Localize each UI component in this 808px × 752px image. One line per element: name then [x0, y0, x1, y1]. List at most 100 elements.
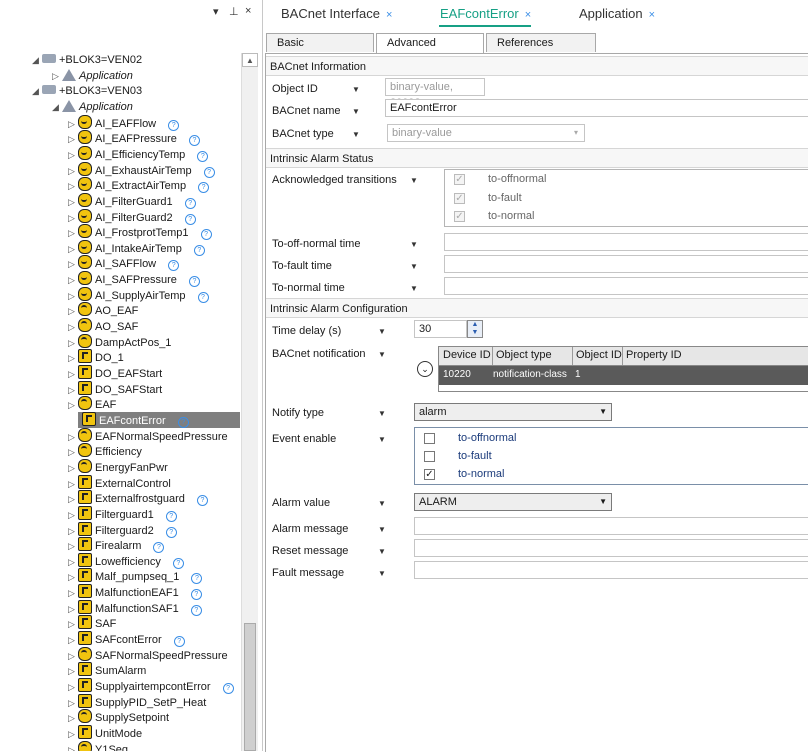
dropdown-arrow-icon[interactable]: ▼: [378, 409, 386, 418]
help-icon[interactable]: ?: [198, 182, 210, 194]
tree-node[interactable]: ▷ AI_ExhaustAirTemp?: [68, 161, 215, 179]
collapse-arrow-icon[interactable]: ◢: [32, 83, 42, 99]
help-icon[interactable]: ?: [172, 557, 184, 569]
expand-arrow-icon[interactable]: ▷: [68, 444, 78, 460]
ack-to-offnormal-checkbox[interactable]: ✓: [454, 174, 465, 185]
help-icon[interactable]: ?: [203, 166, 215, 178]
expand-arrow-icon[interactable]: ▷: [68, 491, 78, 507]
help-icon[interactable]: ?: [191, 573, 203, 585]
table-row[interactable]: 10220 notification-class 1: [439, 366, 808, 385]
event-to-fault-checkbox[interactable]: [424, 451, 435, 462]
tree-node[interactable]: ▷ MalfunctionEAF1?: [68, 584, 202, 601]
column-header[interactable]: Property ID: [626, 349, 682, 361]
column-header[interactable]: Object ID: [576, 349, 622, 361]
help-icon[interactable]: ?: [222, 683, 234, 694]
time-delay-spinner[interactable]: ▲ ▼: [467, 320, 483, 338]
expand-arrow-icon[interactable]: ▷: [68, 131, 78, 147]
tree-node[interactable]: ▷ AI_EfficiencyTemp?: [68, 145, 209, 163]
dropdown-arrow-icon[interactable]: ▼: [352, 130, 360, 139]
expand-arrow-icon[interactable]: ▷: [68, 710, 78, 726]
tree-node[interactable]: ▷ DampActPos_1: [68, 333, 171, 350]
tree-node[interactable]: ▷ UnitMode: [68, 724, 142, 742]
help-icon[interactable]: ?: [173, 636, 185, 648]
expand-arrow-icon[interactable]: ▷: [68, 366, 78, 382]
tree-node[interactable]: ▷ EAF: [68, 396, 116, 412]
expand-arrow-icon[interactable]: ▷: [68, 288, 78, 304]
tree-node[interactable]: ▷ Y1Seq: [68, 740, 128, 751]
tree-node[interactable]: ▷ Efficiency: [68, 443, 142, 459]
expand-arrow-icon[interactable]: ▷: [68, 256, 78, 272]
tree-node[interactable]: ▷ AI_SAFPressure?: [68, 271, 200, 288]
expand-arrow-icon[interactable]: ▷: [68, 460, 78, 476]
close-panel-icon[interactable]: ×: [245, 5, 251, 17]
expand-arrow-icon[interactable]: ▷: [68, 601, 78, 617]
alarm-value-select[interactable]: ALARM ▼: [414, 493, 612, 511]
panel-menu-icon[interactable]: ▾: [213, 5, 219, 18]
expand-arrow-icon[interactable]: ▷: [68, 585, 78, 601]
expand-arrow-icon[interactable]: ▷: [68, 554, 78, 570]
tree-node[interactable]: ▷ EnergyFanPwr: [68, 458, 168, 476]
expand-arrow-icon[interactable]: ▷: [68, 523, 78, 539]
tree-node[interactable]: ▷ Filterguard2?: [68, 521, 177, 539]
expand-arrow-icon[interactable]: ▷: [68, 350, 78, 366]
scroll-up-icon[interactable]: ▲: [242, 53, 258, 67]
dropdown-arrow-icon[interactable]: ▼: [378, 350, 386, 359]
expand-arrow-icon[interactable]: ▷: [68, 695, 78, 711]
help-icon[interactable]: ?: [188, 135, 200, 147]
tree-node[interactable]: ◢ +BLOK3=VEN02: [32, 52, 142, 68]
dropdown-arrow-icon[interactable]: ▼: [378, 327, 386, 336]
tree-node[interactable]: ▷ SAFNormalSpeedPressure: [68, 646, 228, 663]
dropdown-arrow-icon[interactable]: ▼: [352, 85, 360, 94]
tree-node[interactable]: ▷ AI_FilterGuard1?: [68, 192, 196, 209]
expand-arrow-icon[interactable]: ▷: [68, 679, 78, 695]
expand-notification-icon[interactable]: ⌄: [417, 361, 433, 377]
dropdown-arrow-icon[interactable]: ▼: [410, 262, 418, 271]
dropdown-arrow-icon[interactable]: ▼: [378, 525, 386, 534]
dropdown-arrow-icon[interactable]: ▼: [410, 240, 418, 249]
expand-arrow-icon[interactable]: ▷: [68, 272, 78, 288]
tree-node[interactable]: EAFcontError?: [78, 411, 240, 428]
collapse-arrow-icon[interactable]: ◢: [32, 52, 42, 68]
expand-arrow-icon[interactable]: ▷: [68, 397, 78, 413]
subtab-basic[interactable]: Basic: [266, 33, 374, 52]
column-header[interactable]: Device ID: [443, 349, 491, 361]
help-icon[interactable]: ?: [193, 244, 205, 256]
tab-eafconterror[interactable]: EAFcontError ×: [440, 6, 531, 21]
tree-node[interactable]: ▷ AI_SupplyAirTemp?: [68, 286, 209, 304]
expand-arrow-icon[interactable]: ▷: [68, 147, 78, 163]
tab-application[interactable]: Application ×: [579, 6, 655, 21]
to-offnormal-time-field[interactable]: [444, 233, 808, 251]
to-fault-time-field[interactable]: [444, 255, 808, 273]
expand-arrow-icon[interactable]: ▷: [68, 163, 78, 179]
close-icon[interactable]: ×: [649, 9, 655, 21]
help-icon[interactable]: ?: [153, 542, 165, 554]
expand-arrow-icon[interactable]: ▷: [68, 116, 78, 132]
help-icon[interactable]: ?: [196, 495, 208, 507]
bacnet-name-field[interactable]: EAFcontError: [385, 99, 808, 117]
tree-node[interactable]: ▷ EAFNormalSpeedPressure: [68, 427, 228, 444]
expand-arrow-icon[interactable]: ▷: [68, 538, 78, 554]
help-icon[interactable]: ?: [197, 150, 209, 162]
dropdown-arrow-icon[interactable]: ▼: [410, 176, 418, 185]
reset-message-field[interactable]: [414, 539, 808, 557]
help-icon[interactable]: ?: [188, 276, 200, 288]
notify-type-select[interactable]: alarm ▼: [414, 403, 612, 421]
help-icon[interactable]: ?: [200, 229, 212, 241]
tree-node[interactable]: ◢ +BLOK3=VEN03: [32, 83, 142, 99]
expand-arrow-icon[interactable]: ▷: [68, 210, 78, 226]
alarm-message-field[interactable]: [414, 517, 808, 535]
help-icon[interactable]: ?: [165, 526, 177, 538]
expand-arrow-icon[interactable]: ▷: [68, 476, 78, 492]
expand-arrow-icon[interactable]: ▷: [68, 726, 78, 742]
expand-arrow-icon[interactable]: ▷: [68, 507, 78, 523]
dropdown-arrow-icon[interactable]: ▼: [378, 435, 386, 444]
tree-node[interactable]: ▷ AO_SAF: [68, 318, 138, 334]
tree-node[interactable]: ▷ AI_FilterGuard2?: [68, 208, 196, 226]
tree-node[interactable]: ▷ ExternalControl: [68, 474, 171, 492]
scroll-thumb[interactable]: [244, 623, 256, 751]
tree-node[interactable]: ▷ Lowefficiency?: [68, 552, 184, 570]
fault-message-field[interactable]: [414, 561, 808, 579]
tree-node[interactable]: ▷ DO_SAFStart: [68, 380, 162, 397]
spin-down-icon[interactable]: ▼: [468, 329, 482, 337]
expand-arrow-icon[interactable]: ▷: [52, 68, 62, 84]
